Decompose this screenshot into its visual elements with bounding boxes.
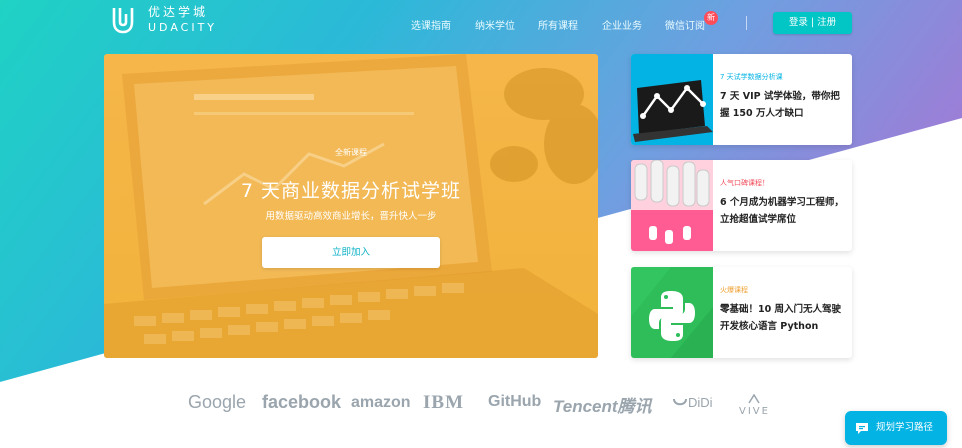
partner-google-logo: Google — [188, 392, 247, 412]
nav-item-course-guide[interactable]: 选课指南 — [411, 17, 451, 32]
partner-amazon-logo: amazon — [351, 394, 411, 411]
nav-item-nanodegree[interactable]: 纳米学位 — [475, 17, 515, 32]
partner-ibm-logo: IBM — [423, 392, 464, 413]
chat-bubble-icon — [856, 423, 868, 434]
nav-divider — [746, 16, 747, 30]
partner-vive-label: VIVE — [739, 406, 770, 417]
card-tag: 火爆课程 — [720, 286, 748, 294]
banner-tag: 全新课程 — [335, 148, 367, 157]
vive-icon — [748, 394, 761, 404]
python-logo-thumbnail — [631, 267, 713, 358]
chat-button-label: 规划学习路径 — [876, 422, 934, 433]
brand-name-en: UDACITY — [148, 21, 218, 34]
course-card-machine-learning[interactable]: 人气口碑课程！ 6 个月成为机器学习工程师，立抢超值试学席位 — [631, 160, 852, 251]
partner-tencent-logo: Tencent腾讯 — [553, 397, 652, 416]
nav-item-enterprise[interactable]: 企业业务 — [602, 17, 642, 32]
new-badge: 新 — [704, 11, 718, 25]
hero-banner[interactable]: 全新课程 7 天商业数据分析试学班 用数据驱动高效商业增长，晋升快人一步 立即加… — [104, 54, 598, 358]
card-tag: 人气口碑课程！ — [720, 179, 769, 187]
join-now-button[interactable]: 立即加入 — [262, 237, 440, 268]
brand-logo[interactable]: 优达学城 UDACITY — [108, 5, 217, 35]
brand-name-cn: 优达学城 — [148, 5, 209, 19]
nav-item-all-courses[interactable]: 所有课程 — [538, 17, 578, 32]
top-navbar: 优达学城 UDACITY 选课指南 纳米学位 所有课程 企业业务 微信订阅 新 … — [0, 0, 962, 46]
card-title: 6 个月成为机器学习工程师，立抢超值试学席位 — [720, 197, 844, 225]
partner-didi-label: DiDi — [688, 395, 713, 410]
udacity-logo-icon — [112, 8, 134, 34]
partner-logos: Google facebook amazon IBM GitHub Tencen… — [0, 392, 962, 422]
login-register-button[interactable]: 登录 | 注册 — [773, 12, 852, 34]
banner-title: 7 天商业数据分析试学班 — [240, 180, 462, 202]
didi-icon — [673, 398, 687, 406]
partner-didi-logo: DiDi — [672, 395, 713, 410]
banner-subtitle: 用数据驱动高效商业增长，晋升快人一步 — [265, 211, 437, 222]
nav-item-wechat-subscribe[interactable]: 微信订阅 — [665, 17, 705, 32]
learning-path-chat-button[interactable]: 规划学习路径 — [845, 411, 947, 445]
partner-github-logo: GitHub — [488, 393, 542, 410]
chart-laptop-thumbnail — [631, 54, 713, 145]
partner-vive-logo: VIVE — [739, 394, 770, 417]
laptop-illustration — [104, 54, 598, 358]
card-tag: 7 天试学数据分析课 — [720, 73, 783, 81]
course-card-data-analysis[interactable]: 7 天试学数据分析课 7 天 VIP 试学体验，带你把握 150 万人才缺口 — [631, 54, 852, 145]
robot-hands-thumbnail — [631, 160, 713, 251]
course-card-python[interactable]: 火爆课程 零基础！10 周入门无人驾驶开发核心语言 Python — [631, 267, 852, 358]
card-title: 零基础！10 周入门无人驾驶开发核心语言 Python — [720, 304, 842, 332]
card-title: 7 天 VIP 试学体验，带你把握 150 万人才缺口 — [720, 91, 840, 119]
partner-facebook-logo: facebook — [262, 392, 342, 412]
